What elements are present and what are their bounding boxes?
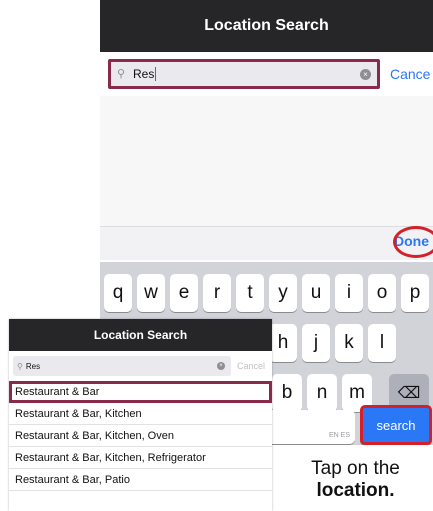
list-item-selected[interactable]: Restaurant & Bar xyxy=(9,381,272,403)
overlay-cancel-button[interactable]: Cancel xyxy=(237,361,265,371)
overlay-search-row: ⚲ Res × Cancel xyxy=(9,351,272,381)
search-icon: ⚲ xyxy=(117,68,126,80)
key-y[interactable]: y xyxy=(269,274,297,312)
x-circle-icon[interactable]: × xyxy=(217,362,225,370)
overlay-phone-screen: Location Search ⚲ Res × Cancel Restauran… xyxy=(9,319,272,511)
key-o[interactable]: o xyxy=(368,274,396,312)
search-key-button[interactable]: search xyxy=(360,405,432,445)
results-area xyxy=(100,96,433,226)
key-n[interactable]: n xyxy=(307,374,337,412)
key-l[interactable]: l xyxy=(368,324,396,362)
key-j[interactable]: j xyxy=(302,324,330,362)
results-list: Restaurant & Bar Restaurant & Bar, Kitch… xyxy=(9,381,272,491)
keyboard-toolbar: Done xyxy=(100,226,433,260)
overlay-search-input[interactable]: ⚲ Res × xyxy=(13,356,231,376)
page-title: Location Search xyxy=(100,0,433,52)
caption-line-1: Tap on the xyxy=(311,458,400,479)
overlay-search-value: Res xyxy=(25,361,41,371)
x-circle-icon[interactable]: × xyxy=(360,69,371,80)
key-b[interactable]: b xyxy=(272,374,302,412)
key-u[interactable]: u xyxy=(302,274,330,312)
key-r[interactable]: r xyxy=(203,274,231,312)
list-item[interactable]: Restaurant & Bar, Kitchen, Refrigerator xyxy=(9,447,272,469)
key-h[interactable]: h xyxy=(269,324,297,362)
key-p[interactable]: p xyxy=(401,274,429,312)
search-row: ⚲ Res × Cance xyxy=(108,58,433,90)
key-t[interactable]: t xyxy=(236,274,264,312)
key-i[interactable]: i xyxy=(335,274,363,312)
key-k[interactable]: k xyxy=(335,324,363,362)
done-annotation-circle xyxy=(393,226,433,258)
tutorial-screenshot: Location Search ⚲ Res × Cance Done q w e… xyxy=(0,0,433,511)
overlay-page-title: Location Search xyxy=(9,319,272,351)
list-item[interactable]: Restaurant & Bar, Kitchen, Oven xyxy=(9,425,272,447)
list-item[interactable]: Restaurant & Bar, Patio xyxy=(9,469,272,491)
caption-line-2: location. xyxy=(316,480,395,501)
cancel-button[interactable]: Cance xyxy=(390,66,430,82)
key-w[interactable]: w xyxy=(137,274,165,312)
search-input-value: Res xyxy=(133,66,157,82)
key-e[interactable]: e xyxy=(170,274,198,312)
search-icon: ⚲ xyxy=(17,361,23,371)
list-item[interactable]: Restaurant & Bar, Kitchen xyxy=(9,403,272,425)
instruction-caption: Tap on the location. xyxy=(278,458,433,502)
search-input[interactable]: ⚲ Res × xyxy=(108,59,380,89)
key-q[interactable]: q xyxy=(104,274,132,312)
